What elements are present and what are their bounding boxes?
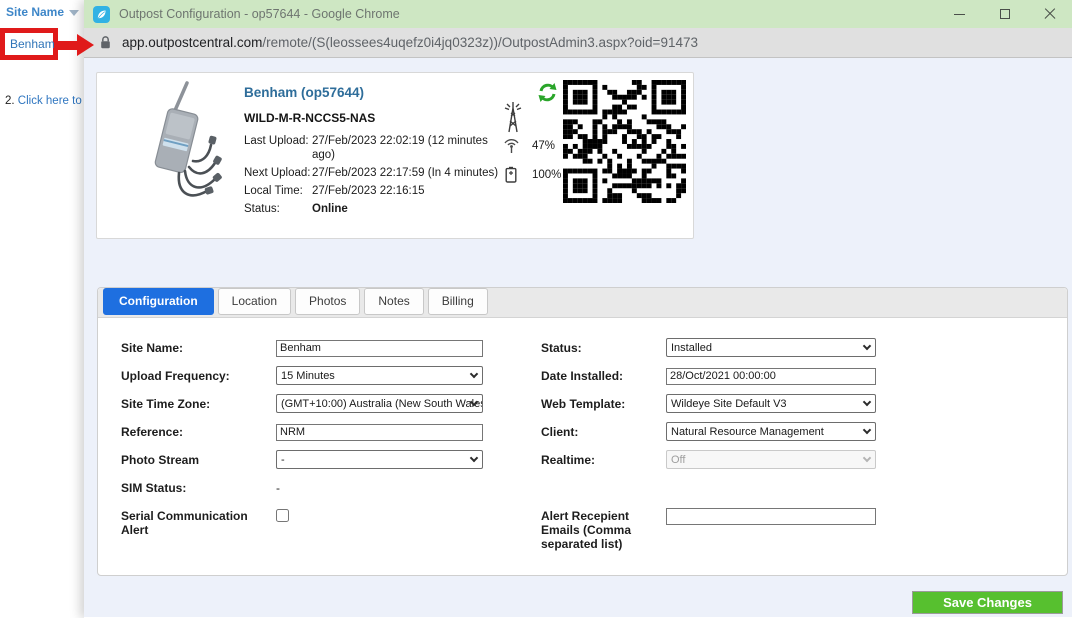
tab-notes[interactable]: Notes [364, 288, 423, 315]
signal-strength: 47% [499, 137, 555, 154]
refresh-icon[interactable] [537, 82, 558, 103]
tab-photos[interactable]: Photos [295, 288, 360, 315]
field-photo-stream: Photo Stream - [121, 450, 516, 478]
step-link[interactable]: Click here to sl [18, 95, 84, 107]
device-model: WILD-M-R-NCCS5-NAS [244, 111, 524, 125]
url-path: /remote/(S(leossees4uqefz0i4jq0323z))/Ou… [262, 35, 698, 50]
chevron-down-icon [470, 370, 478, 378]
radio-tower-icon [502, 100, 524, 134]
battery-level: 100% [499, 166, 561, 183]
battery-icon [505, 166, 517, 183]
alert-recipient-emails-input[interactable] [666, 508, 876, 525]
online-status: Online [312, 202, 514, 216]
column-header-label: Site Name [6, 5, 64, 19]
signal-icon [502, 137, 521, 154]
chevron-down-icon [863, 426, 871, 434]
chevron-down-icon [863, 398, 871, 406]
field-sim-status: SIM Status: - [121, 478, 516, 506]
minimize-button[interactable] [937, 0, 982, 28]
client-select[interactable]: Natural Resource Management [666, 422, 876, 441]
chevron-down-icon [470, 454, 478, 462]
address-bar[interactable]: app.outpostcentral.com/remote/(S(leossee… [84, 28, 1072, 58]
field-site-name: Site Name: [121, 338, 516, 366]
form-column-left: Site Name: Upload Frequency: 15 Minutes … [121, 338, 516, 537]
photo-stream-select[interactable]: - [276, 450, 483, 469]
site-link[interactable]: Benham [5, 37, 55, 51]
chrome-window: Outpost Configuration - op57644 - Google… [84, 0, 1072, 618]
tab-location[interactable]: Location [218, 288, 291, 315]
form-column-right: Status: Installed Date Installed: Web Te… [541, 338, 981, 551]
site-name-column-header[interactable]: Site Name [6, 5, 79, 19]
minimize-icon [954, 14, 965, 15]
sort-arrow-icon [69, 10, 79, 16]
annotation-highlight-box: Benham [0, 28, 58, 60]
configuration-panel: Configuration Location Photos Notes Bill… [97, 287, 1068, 576]
screen: Site Name 2. Click here to sl Benham Out… [0, 0, 1072, 618]
tab-configuration[interactable]: Configuration [103, 288, 214, 315]
tab-strip: Configuration Location Photos Notes Bill… [98, 288, 1067, 318]
field-status: Status: Installed [541, 338, 981, 366]
date-installed-input[interactable] [666, 368, 876, 385]
window-titlebar: Outpost Configuration - op57644 - Google… [84, 0, 1072, 28]
site-name-input[interactable] [276, 340, 483, 357]
info-row-status: Status: Online [244, 202, 524, 216]
battery-percent: 100% [532, 169, 561, 181]
sim-status-value: - [276, 478, 280, 495]
device-title: Benham (op57644) [244, 85, 524, 100]
field-serial-communication-alert: Serial Communication Alert [121, 506, 516, 537]
field-web-template: Web Template: Wildeye Site Default V3 [541, 394, 981, 422]
step-instruction: 2. Click here to sl [5, 95, 84, 107]
field-realtime: Realtime: Off [541, 450, 981, 478]
info-row-next-upload: Next Upload: 27/Feb/2023 22:17:59 (In 4 … [244, 166, 524, 180]
field-alert-recipient-emails: Alert Recepient Emails (Comma separated … [541, 506, 981, 551]
chevron-down-icon [863, 454, 871, 462]
upload-frequency-select[interactable]: 15 Minutes [276, 366, 483, 385]
signal-percent: 47% [532, 140, 555, 152]
field-client: Client: Natural Resource Management [541, 422, 981, 450]
serial-communication-alert-checkbox[interactable] [276, 509, 289, 522]
info-row-last-upload: Last Upload: 27/Feb/2023 22:02:19 (12 mi… [244, 134, 524, 162]
maximize-button[interactable] [982, 0, 1027, 28]
device-photo [123, 79, 241, 219]
close-icon [1044, 8, 1056, 20]
close-button[interactable] [1027, 0, 1072, 28]
status-select[interactable]: Installed [666, 338, 876, 357]
qr-code [563, 80, 686, 203]
save-changes-button[interactable]: Save Changes [912, 591, 1063, 614]
outpost-favicon-leaf-icon [93, 6, 110, 23]
field-upload-frequency: Upload Frequency: 15 Minutes [121, 366, 516, 394]
web-template-select[interactable]: Wildeye Site Default V3 [666, 394, 876, 413]
page-content: Benham (op57644) WILD-M-R-NCCS5-NAS Last… [84, 58, 1072, 617]
spacer [541, 478, 981, 506]
maximize-icon [1000, 9, 1010, 19]
field-date-installed: Date Installed: [541, 366, 981, 394]
realtime-select: Off [666, 450, 876, 469]
url-text: app.outpostcentral.com/remote/(S(leossee… [122, 35, 698, 50]
annotation-arrow-head [77, 34, 94, 56]
step-number: 2. [5, 95, 15, 107]
annotation-arrow [55, 41, 79, 50]
url-domain: app.outpostcentral.com [122, 35, 262, 50]
device-summary-panel: Benham (op57644) WILD-M-R-NCCS5-NAS Last… [96, 72, 694, 239]
window-title: Outpost Configuration - op57644 - Google… [119, 7, 400, 21]
chevron-down-icon [863, 342, 871, 350]
lock-icon[interactable] [99, 35, 112, 50]
tab-billing[interactable]: Billing [428, 288, 488, 315]
field-site-time-zone: Site Time Zone: (GMT+10:00) Australia (N… [121, 394, 516, 422]
info-row-local-time: Local Time: 27/Feb/2023 22:16:15 [244, 184, 524, 198]
reference-input[interactable] [276, 424, 483, 441]
site-time-zone-select[interactable]: (GMT+10:00) Australia (New South Wales) [276, 394, 483, 413]
field-reference: Reference: [121, 422, 516, 450]
